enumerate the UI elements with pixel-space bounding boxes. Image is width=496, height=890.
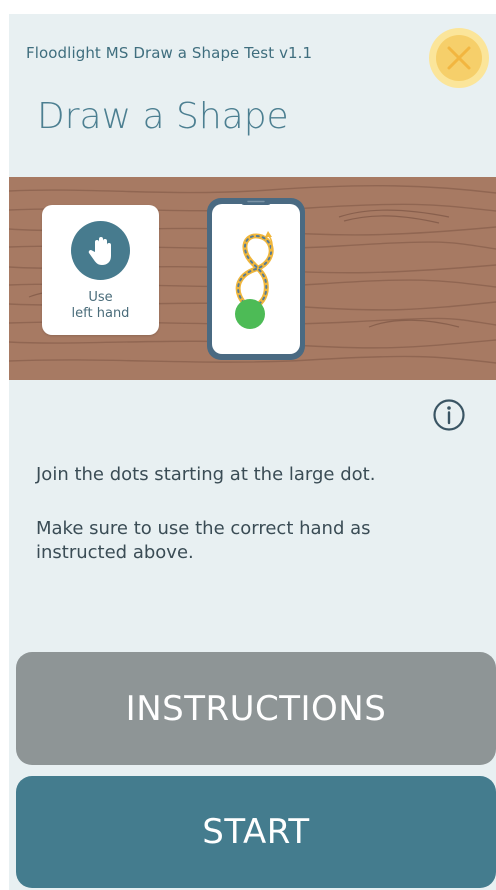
hand-text-line2: left hand bbox=[71, 306, 130, 321]
close-button-inner bbox=[436, 35, 482, 81]
hand-instruction-banner: Use left hand bbox=[9, 177, 496, 380]
hand-card: Use left hand bbox=[42, 205, 159, 335]
app-name: Floodlight MS Draw a Shape Test v1.1 bbox=[26, 44, 313, 62]
hand-text-line1: Use bbox=[88, 290, 113, 305]
close-icon bbox=[447, 46, 471, 70]
close-button[interactable] bbox=[429, 28, 489, 88]
hand-icon bbox=[88, 236, 111, 265]
info-icon[interactable] bbox=[432, 398, 466, 432]
instruction-line-2: Make sure to use the correct hand as ins… bbox=[36, 518, 371, 563]
start-dot bbox=[235, 299, 265, 329]
instruction-line-1: Join the dots starting at the large dot. bbox=[36, 464, 376, 485]
hand-circle bbox=[71, 221, 130, 280]
hand-instruction-text: Use left hand bbox=[42, 290, 159, 322]
app-screen: Floodlight MS Draw a Shape Test v1.1 Dra… bbox=[9, 14, 496, 890]
instructions-button[interactable]: INSTRUCTIONS bbox=[16, 652, 496, 765]
page-title: Draw a Shape bbox=[37, 96, 289, 137]
phone-illustration bbox=[207, 198, 305, 360]
start-button[interactable]: START bbox=[16, 776, 496, 888]
